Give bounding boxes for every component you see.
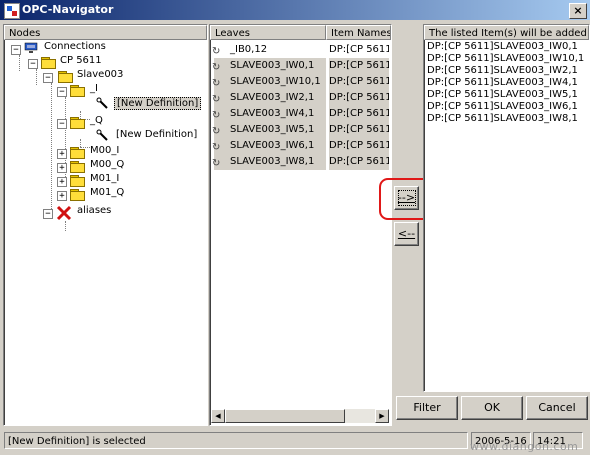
leaf-row[interactable]: SLAVE003_IW2,1 ↻ DP:[CP 5611] xyxy=(210,90,391,106)
cancel-button-label: Cancel xyxy=(538,401,576,414)
wand-icon xyxy=(96,97,110,111)
leaf-name: _IB0,12 xyxy=(230,44,268,55)
item-name: DP:[CP 5611] xyxy=(329,74,389,90)
leaf-row[interactable]: SLAVE003_IW5,1 ↻ DP:[CP 5611] xyxy=(210,122,391,138)
leaf-name: SLAVE003_IW4,1 xyxy=(214,106,326,122)
tree-node-m01i[interactable]: M01_I xyxy=(90,173,119,184)
expand-toggle[interactable]: + xyxy=(57,191,67,201)
folder-icon xyxy=(41,57,56,69)
leaf-name: SLAVE003_IW5,1 xyxy=(214,122,326,138)
nodes-panel[interactable]: Nodes − Connections − CP 5611 − Slave003… xyxy=(3,24,208,426)
tree-node-slave003[interactable]: Slave003 xyxy=(77,69,123,80)
expand-toggle[interactable]: + xyxy=(57,177,67,187)
filter-button[interactable]: Filter xyxy=(396,396,458,420)
output-item[interactable]: DP:[CP 5611]SLAVE003_IW4,1 xyxy=(427,77,578,89)
tree-node-output[interactable]: _Q xyxy=(90,115,103,126)
leaf-name: SLAVE003_IW6,1 xyxy=(214,138,326,154)
folder-icon xyxy=(70,175,85,187)
network-icon xyxy=(24,42,38,54)
leaf-name: SLAVE003_IW0,1 xyxy=(214,58,326,74)
folder-icon xyxy=(70,117,85,129)
ok-button-label: OK xyxy=(484,401,500,414)
output-item[interactable]: DP:[CP 5611]SLAVE003_IW5,1 xyxy=(427,89,578,101)
leaf-row[interactable]: SLAVE003_IW8,1 ↻ DP:[CP 5611] xyxy=(210,154,391,170)
cancel-button[interactable]: Cancel xyxy=(526,396,588,420)
status-message: [New Definition] is selected xyxy=(4,432,468,449)
leaf-refresh-icon: ↻ xyxy=(212,158,221,169)
leaf-name: SLAVE003_IW8,1 xyxy=(214,154,326,170)
leaf-row[interactable]: SLAVE003_IW4,1 ↻ DP:[CP 5611] xyxy=(210,106,391,122)
scroll-right-button[interactable]: ▶ xyxy=(375,409,389,423)
tree-node-input-newdef[interactable]: [New Definition] xyxy=(114,97,202,110)
leaf-row[interactable]: _IB0,12 ↻ DP:[CP 5611] xyxy=(210,42,391,58)
leaf-row[interactable]: SLAVE003_IW0,1 ↻ DP:[CP 5611] xyxy=(210,58,391,74)
item-name: DP:[CP 5611] xyxy=(329,58,389,74)
output-item[interactable]: DP:[CP 5611]SLAVE003_IW6,1 xyxy=(427,101,578,113)
nodes-header: Nodes xyxy=(4,25,207,40)
output-item[interactable]: DP:[CP 5611]SLAVE003_IW10,1 xyxy=(427,53,584,65)
title-bar: OPC-Navigator × xyxy=(0,0,590,20)
leaves-list: _IB0,12 ↻ DP:[CP 5611] SLAVE003_IW0,1 ↻ DP:[C… xyxy=(210,42,391,192)
item-names-column-header[interactable]: Item Names xyxy=(326,25,391,40)
tree-node-input[interactable]: _I xyxy=(90,83,98,94)
expand-toggle[interactable]: + xyxy=(57,149,67,159)
collapse-toggle[interactable]: − xyxy=(11,45,21,55)
folder-icon xyxy=(70,161,85,173)
leaves-panel[interactable]: Leaves Item Names _IB0,12 ↻ DP:[CP 5611] SL… xyxy=(209,24,392,426)
leaf-name: SLAVE003_IW2,1 xyxy=(214,90,326,106)
tree-node-m00q[interactable]: M00_Q xyxy=(90,159,124,170)
tree-node-output-newdef[interactable]: [New Definition] xyxy=(116,129,197,140)
collapse-toggle[interactable]: − xyxy=(43,73,53,83)
tree-node-m01q[interactable]: M01_Q xyxy=(90,187,124,198)
tree-node-connections[interactable]: Connections xyxy=(44,41,106,52)
scrollbar-thumb[interactable] xyxy=(225,409,345,423)
output-item[interactable]: DP:[CP 5611]SLAVE003_IW8,1 xyxy=(427,113,578,125)
folder-icon xyxy=(58,71,73,83)
close-button[interactable]: × xyxy=(569,3,587,19)
ok-button[interactable]: OK xyxy=(461,396,523,420)
output-panel[interactable]: The listed Item(s) will be added to DP:[… xyxy=(423,24,590,392)
item-name: DP:[CP 5611] xyxy=(329,106,389,122)
red-x-icon xyxy=(56,205,72,221)
opc-navigator-icon xyxy=(4,3,20,19)
item-name: DP:[CP 5611] xyxy=(329,90,389,106)
watermark: www.diangon.com xyxy=(470,440,579,453)
expand-toggle[interactable]: + xyxy=(57,163,67,173)
scroll-left-button[interactable]: ◀ xyxy=(211,409,225,423)
wand-icon xyxy=(96,129,110,143)
leaf-name: SLAVE003_IW10,1 xyxy=(214,74,326,90)
collapse-toggle[interactable]: − xyxy=(57,87,67,97)
filter-button-label: Filter xyxy=(413,401,441,414)
tree-node-aliases[interactable]: aliases xyxy=(77,205,111,216)
item-name: DP:[CP 5611] xyxy=(329,138,389,154)
leaf-row[interactable]: SLAVE003_IW6,1 ↻ DP:[CP 5611] xyxy=(210,138,391,154)
collapse-toggle[interactable]: − xyxy=(43,209,53,219)
item-name: DP:[CP 5611] xyxy=(329,44,389,55)
item-name: DP:[CP 5611] xyxy=(329,154,389,170)
item-name: DP:[CP 5611] xyxy=(329,122,389,138)
remove-button[interactable]: <-- xyxy=(394,222,419,246)
tree-node-m00i[interactable]: M00_I xyxy=(90,145,119,156)
tree-node-cp5611[interactable]: CP 5611 xyxy=(60,55,102,66)
folder-icon xyxy=(70,189,85,201)
output-item[interactable]: DP:[CP 5611]SLAVE003_IW2,1 xyxy=(427,65,578,77)
leaves-column-header[interactable]: Leaves xyxy=(210,25,326,40)
folder-icon xyxy=(70,85,85,97)
output-list: DP:[CP 5611]SLAVE003_IW0,1 DP:[CP 5611]SL… xyxy=(424,41,589,141)
remove-button-label: <-- xyxy=(397,227,416,240)
leaf-row[interactable]: SLAVE003_IW10,1 ↻ DP:[CP 5611] xyxy=(210,74,391,90)
collapse-toggle[interactable]: − xyxy=(28,59,38,69)
collapse-toggle[interactable]: − xyxy=(57,119,67,129)
output-item[interactable]: DP:[CP 5611]SLAVE003_IW0,1 xyxy=(427,41,578,53)
window-title: OPC-Navigator xyxy=(22,3,114,16)
folder-icon xyxy=(70,147,85,159)
output-header: The listed Item(s) will be added to xyxy=(424,25,589,40)
focus-ring xyxy=(398,190,416,206)
